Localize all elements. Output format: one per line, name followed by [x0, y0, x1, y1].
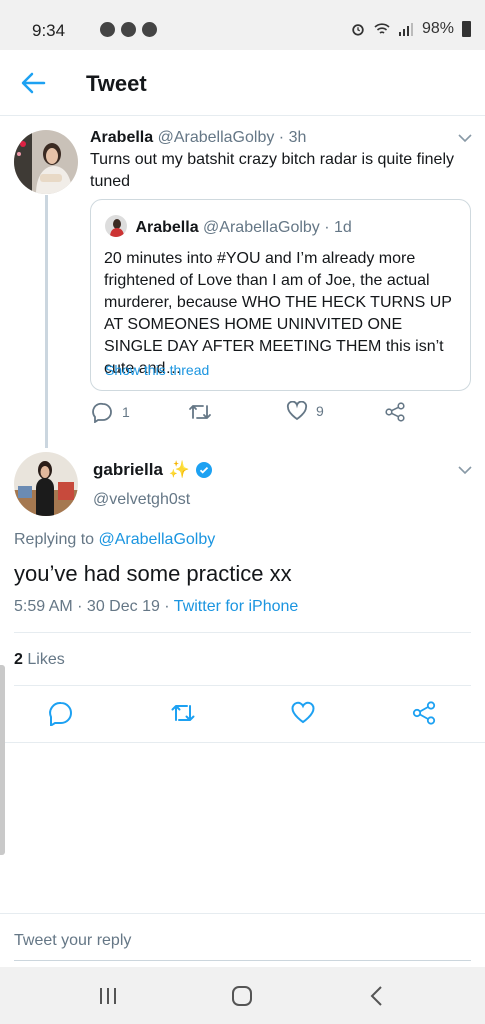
wifi-icon: [374, 23, 390, 34]
quoted-tweet-text: 20 minutes into #YOU and I’m already mor…: [104, 250, 452, 377]
divider: [0, 742, 485, 743]
reply-input-underline: [14, 960, 471, 961]
likes-count: 2: [14, 651, 23, 668]
retweet-button[interactable]: [188, 401, 212, 423]
replying-to-link[interactable]: @ArabellaGolby: [99, 531, 216, 548]
back-icon[interactable]: [366, 985, 390, 1007]
reply-input[interactable]: Tweet your reply: [14, 932, 131, 950]
tweet-time: · 3h: [278, 129, 307, 146]
verified-badge-icon: [196, 462, 213, 478]
signal-icon: [398, 23, 413, 36]
show-thread-link[interactable]: Show this thread: [105, 362, 209, 378]
alarm-icon: [352, 24, 364, 36]
avatar[interactable]: [14, 452, 78, 516]
avatar-image: [14, 452, 78, 516]
tweet-meta: 5:59 AM · 30 Dec 19 · Twitter for iPhone: [14, 598, 298, 616]
battery-percent: 98%: [421, 20, 454, 37]
retweet-icon: [189, 405, 211, 419]
chevron-down-icon[interactable]: [458, 465, 472, 475]
replying-to-prefix: Replying to: [14, 531, 95, 548]
sparkles-emoji: ✨: [168, 460, 191, 479]
facebook-icon: [121, 22, 136, 37]
reply-count: 1: [122, 404, 130, 420]
heart-icon[interactable]: [290, 700, 316, 726]
divider: [14, 632, 471, 633]
reply-icon: [92, 402, 112, 423]
avatar[interactable]: [14, 130, 78, 194]
like-button[interactable]: 9: [286, 401, 324, 421]
like-count: 9: [316, 403, 324, 419]
page-title: Tweet: [86, 71, 147, 96]
tweet-source-link[interactable]: Twitter for iPhone: [174, 598, 299, 615]
back-arrow-icon[interactable]: [20, 71, 46, 95]
reply-author-name-row[interactable]: gabriella ✨: [93, 460, 213, 480]
heart-icon: [286, 401, 308, 421]
share-button[interactable]: [384, 401, 406, 423]
battery-icon: [462, 21, 471, 37]
parent-tweet-actions: 1 9: [90, 401, 420, 427]
quoted-author-handle: @ArabellaGolby: [203, 219, 320, 236]
avatar: [105, 215, 127, 237]
thread-connector: [45, 195, 48, 448]
app-notification-icon: [100, 22, 115, 37]
parent-tweet-text: Turns out my batshit crazy bitch radar i…: [90, 151, 454, 190]
share-icon: [385, 402, 405, 422]
likes-label: Likes: [27, 651, 65, 668]
recent-apps-icon[interactable]: [96, 985, 120, 1007]
scroll-handle[interactable]: [0, 665, 5, 855]
avatar-image: [14, 130, 78, 194]
status-bar: 9:34 98%: [0, 0, 485, 50]
likes-summary[interactable]: 2 Likes: [14, 651, 65, 669]
status-right: 98%: [350, 20, 471, 38]
retweet-icon[interactable]: [170, 700, 196, 726]
chevron-down-icon[interactable]: [458, 133, 472, 143]
share-icon[interactable]: [411, 700, 437, 726]
system-nav-bar: [0, 967, 485, 1024]
divider: [14, 685, 471, 686]
parent-tweet-header: Arabella @ArabellaGolby · 3h: [90, 129, 306, 147]
reply-icon[interactable]: [48, 700, 74, 726]
reply-author-name: gabriella: [93, 460, 163, 479]
quoted-author-name: Arabella: [135, 219, 199, 236]
reply-button[interactable]: 1: [92, 401, 130, 423]
reply-composer: Tweet your reply: [0, 913, 485, 967]
quoted-tweet-header: Arabella @ArabellaGolby · 1d: [105, 215, 352, 237]
home-icon[interactable]: [230, 985, 254, 1007]
tweet-timestamp: 5:59 AM · 30 Dec 19 ·: [14, 598, 170, 615]
reply-author-handle[interactable]: @velvetgh0st: [93, 491, 190, 509]
focused-tweet-actions: [0, 698, 485, 730]
app-bar: Tweet: [0, 50, 485, 116]
author-name[interactable]: Arabella: [90, 129, 153, 146]
replying-to-line: Replying to @ArabellaGolby: [14, 531, 215, 549]
quoted-tweet-time: · 1d: [324, 219, 352, 236]
author-handle[interactable]: @ArabellaGolby: [158, 129, 275, 146]
quoted-tweet-card[interactable]: Arabella @ArabellaGolby · 1d 20 minutes …: [90, 199, 471, 391]
notification-icons: [100, 22, 157, 37]
reply-tweet-text: you’ve had some practice xx: [14, 561, 292, 586]
status-time: 9:34: [32, 21, 66, 40]
messenger-icon: [142, 22, 157, 37]
